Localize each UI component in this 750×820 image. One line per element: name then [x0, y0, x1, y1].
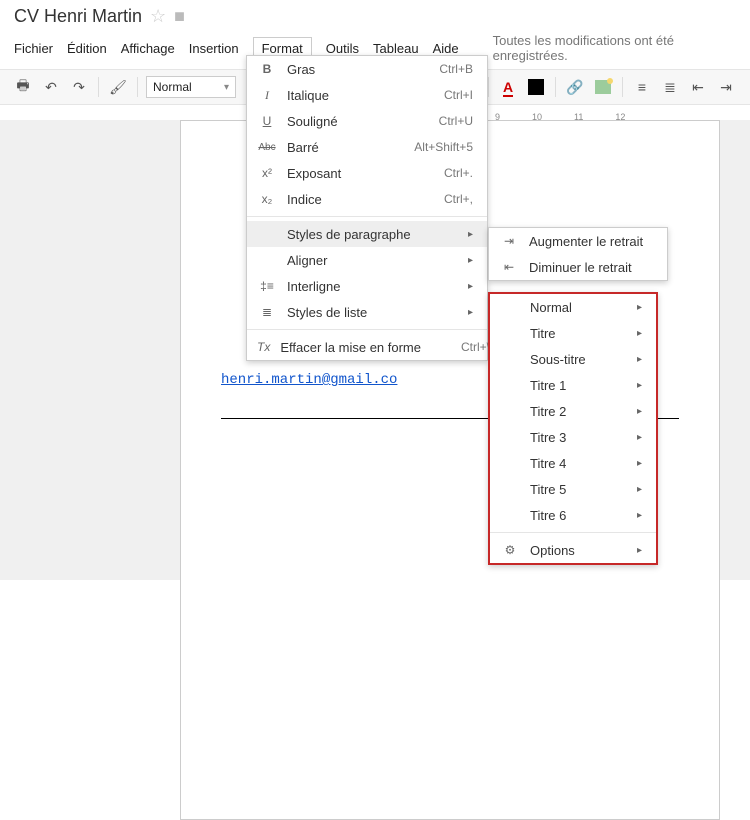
folder-icon[interactable]: ■ [174, 6, 185, 27]
increase-indent-icon[interactable]: ⇥ [715, 76, 737, 98]
redo-icon[interactable]: ↷ [68, 76, 90, 98]
chevron-right-icon: ▸ [468, 255, 473, 266]
menu-tools[interactable]: Outils [326, 41, 359, 56]
italic-icon: I [257, 88, 277, 103]
save-status: Toutes les modifications ont été enregis… [493, 33, 736, 63]
chevron-right-icon: ▸ [637, 328, 642, 339]
chevron-right-icon: ▸ [637, 458, 642, 469]
undo-icon[interactable]: ↶ [40, 76, 62, 98]
underline-icon: U [257, 114, 277, 128]
style-h6[interactable]: Titre 6▸ [490, 502, 656, 528]
star-icon[interactable]: ☆ [150, 6, 166, 27]
menu-edit[interactable]: Édition [67, 41, 107, 56]
chevron-right-icon: ▸ [637, 484, 642, 495]
chevron-right-icon: ▸ [637, 302, 642, 313]
style-h5[interactable]: Titre 5▸ [490, 476, 656, 502]
insert-link-icon[interactable]: 🔗 [564, 76, 586, 98]
text-color-icon[interactable]: A [497, 76, 519, 98]
chevron-right-icon: ▸ [637, 354, 642, 365]
format-dropdown: B Gras Ctrl+B I Italique Ctrl+I U Soulig… [246, 55, 488, 361]
style-options[interactable]: ⚙Options▸ [490, 537, 656, 563]
paragraph-style-select[interactable]: Normal ▾ [146, 76, 236, 98]
print-icon[interactable]: 🖶 [12, 76, 34, 98]
format-align[interactable]: Aligner ▸ [247, 247, 487, 273]
bold-icon: B [257, 62, 277, 76]
fill-color-icon[interactable] [525, 76, 547, 98]
chevron-right-icon: ▸ [637, 406, 642, 417]
doc-title[interactable]: CV Henri Martin [14, 6, 142, 27]
bulleted-list-icon[interactable]: ≣ [659, 76, 681, 98]
menu-table[interactable]: Tableau [373, 41, 419, 56]
style-h3[interactable]: Titre 3▸ [490, 424, 656, 450]
format-italic[interactable]: I Italique Ctrl+I [247, 82, 487, 108]
format-underline[interactable]: U Souligné Ctrl+U [247, 108, 487, 134]
superscript-icon: x² [257, 166, 277, 180]
format-line-spacing[interactable]: ‡≡ Interligne ▸ [247, 273, 487, 299]
list-icon: ≣ [257, 305, 277, 319]
style-subtitle[interactable]: Sous-titre▸ [490, 346, 656, 372]
email-link[interactable]: henri.martin@gmail.co [221, 372, 397, 388]
format-clear[interactable]: Tx Effacer la mise en forme Ctrl+\ [247, 334, 487, 360]
chevron-right-icon: ▸ [637, 380, 642, 391]
format-paragraph-styles[interactable]: Styles de paragraphe ▸ [247, 221, 487, 247]
menu-insert[interactable]: Insertion [189, 41, 239, 56]
menu-view[interactable]: Affichage [121, 41, 175, 56]
format-strike[interactable]: Abc Barré Alt+Shift+5 [247, 134, 487, 160]
indent-submenu: ⇥ Augmenter le retrait ⇤ Diminuer le ret… [488, 227, 668, 281]
format-subscript[interactable]: x₂ Indice Ctrl+, [247, 186, 487, 212]
decrease-indent[interactable]: ⇤ Diminuer le retrait [489, 254, 667, 280]
subscript-icon: x₂ [257, 192, 277, 206]
increase-indent[interactable]: ⇥ Augmenter le retrait [489, 228, 667, 254]
chevron-right-icon: ▸ [637, 432, 642, 443]
paragraph-style-label: Normal [153, 80, 192, 94]
chevron-right-icon: ▸ [637, 510, 642, 521]
paragraph-styles-submenu: Normal▸ Titre▸ Sous-titre▸ Titre 1▸ Titr… [488, 292, 658, 565]
format-superscript[interactable]: x² Exposant Ctrl+. [247, 160, 487, 186]
style-h2[interactable]: Titre 2▸ [490, 398, 656, 424]
gear-icon: ⚙ [500, 543, 520, 557]
chevron-right-icon: ▸ [468, 281, 473, 292]
menu-file[interactable]: Fichier [14, 41, 53, 56]
decrease-indent-icon[interactable]: ⇤ [687, 76, 709, 98]
style-normal[interactable]: Normal▸ [490, 294, 656, 320]
format-bold[interactable]: B Gras Ctrl+B [247, 56, 487, 82]
numbered-list-icon[interactable]: ≡ [631, 76, 653, 98]
menu-help[interactable]: Aide [433, 41, 459, 56]
style-h1[interactable]: Titre 1▸ [490, 372, 656, 398]
chevron-right-icon: ▸ [637, 545, 642, 556]
format-list-styles[interactable]: ≣ Styles de liste ▸ [247, 299, 487, 325]
line-spacing-icon: ‡≡ [257, 279, 277, 293]
clear-format-icon: Tx [257, 340, 270, 354]
style-title[interactable]: Titre▸ [490, 320, 656, 346]
indent-increase-icon: ⇥ [499, 234, 519, 248]
style-h4[interactable]: Titre 4▸ [490, 450, 656, 476]
chevron-right-icon: ▸ [468, 229, 473, 240]
indent-decrease-icon: ⇤ [499, 260, 519, 274]
chevron-right-icon: ▸ [468, 307, 473, 318]
strikethrough-icon: Abc [257, 142, 277, 153]
paint-format-icon[interactable]: 🖌 [107, 76, 129, 98]
chevron-down-icon: ▾ [224, 82, 229, 93]
insert-image-icon[interactable] [592, 76, 614, 98]
